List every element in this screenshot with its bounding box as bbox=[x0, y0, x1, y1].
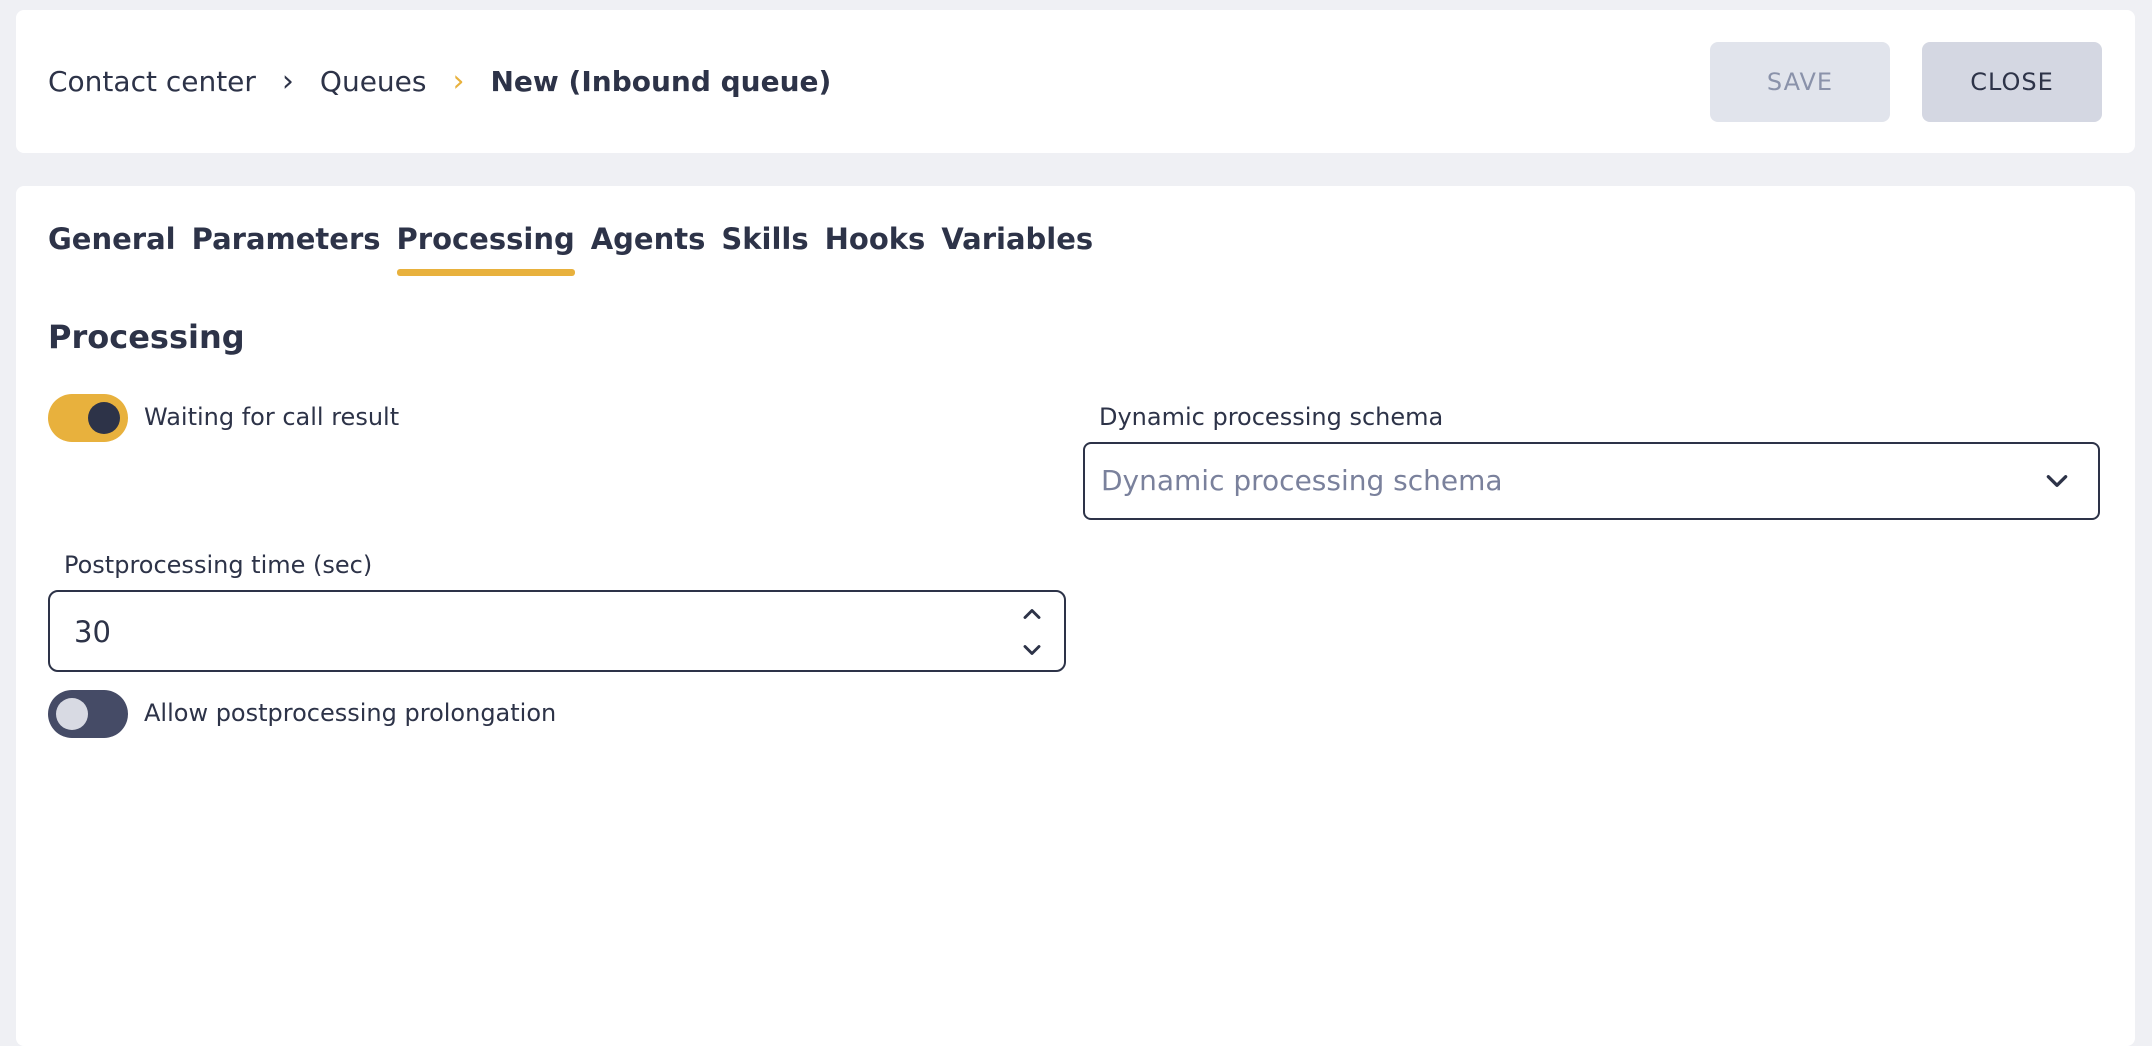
breadcrumb-contact-center[interactable]: Contact center bbox=[48, 65, 256, 98]
allow-postprocessing-prolongation-label: Allow postprocessing prolongation bbox=[144, 699, 557, 727]
save-button[interactable]: SAVE bbox=[1710, 42, 1890, 122]
tab-processing[interactable]: Processing bbox=[396, 222, 575, 276]
section-title: Processing bbox=[48, 318, 245, 356]
toggle-knob bbox=[56, 698, 88, 730]
chevron-up-icon[interactable] bbox=[1018, 600, 1046, 628]
tab-agents[interactable]: Agents bbox=[591, 222, 706, 276]
breadcrumb: Contact center › Queues › New (Inbound q… bbox=[48, 10, 831, 153]
main-card: General Parameters Processing Agents Ski… bbox=[16, 186, 2135, 1046]
chevron-down-icon bbox=[2046, 475, 2068, 487]
tab-skills[interactable]: Skills bbox=[721, 222, 808, 276]
postprocessing-time-field bbox=[48, 590, 1066, 672]
tab-hooks[interactable]: Hooks bbox=[825, 222, 926, 276]
postprocessing-time-input[interactable] bbox=[72, 606, 976, 658]
schema-label: Dynamic processing schema bbox=[1099, 403, 1444, 431]
waiting-for-call-result-label: Waiting for call result bbox=[144, 403, 400, 431]
dynamic-processing-schema-select[interactable]: Dynamic processing schema bbox=[1083, 442, 2100, 520]
close-button[interactable]: CLOSE bbox=[1922, 42, 2102, 122]
breadcrumb-current: New (Inbound queue) bbox=[490, 65, 832, 98]
tab-parameters[interactable]: Parameters bbox=[192, 222, 381, 276]
tab-bar: General Parameters Processing Agents Ski… bbox=[48, 222, 1109, 276]
tab-variables[interactable]: Variables bbox=[941, 222, 1093, 276]
chevron-right-icon: › bbox=[452, 64, 465, 99]
waiting-for-call-result-toggle[interactable] bbox=[48, 394, 128, 442]
toggle-knob bbox=[88, 402, 120, 434]
breadcrumb-queues[interactable]: Queues bbox=[320, 65, 427, 98]
chevron-down-icon[interactable] bbox=[1018, 636, 1046, 664]
postprocessing-time-label: Postprocessing time (sec) bbox=[64, 551, 373, 579]
allow-postprocessing-prolongation-toggle[interactable] bbox=[48, 690, 128, 738]
schema-placeholder: Dynamic processing schema bbox=[1101, 464, 1503, 497]
chevron-right-icon: › bbox=[281, 64, 294, 99]
tab-general[interactable]: General bbox=[48, 222, 176, 276]
page-header: Contact center › Queues › New (Inbound q… bbox=[16, 10, 2135, 153]
